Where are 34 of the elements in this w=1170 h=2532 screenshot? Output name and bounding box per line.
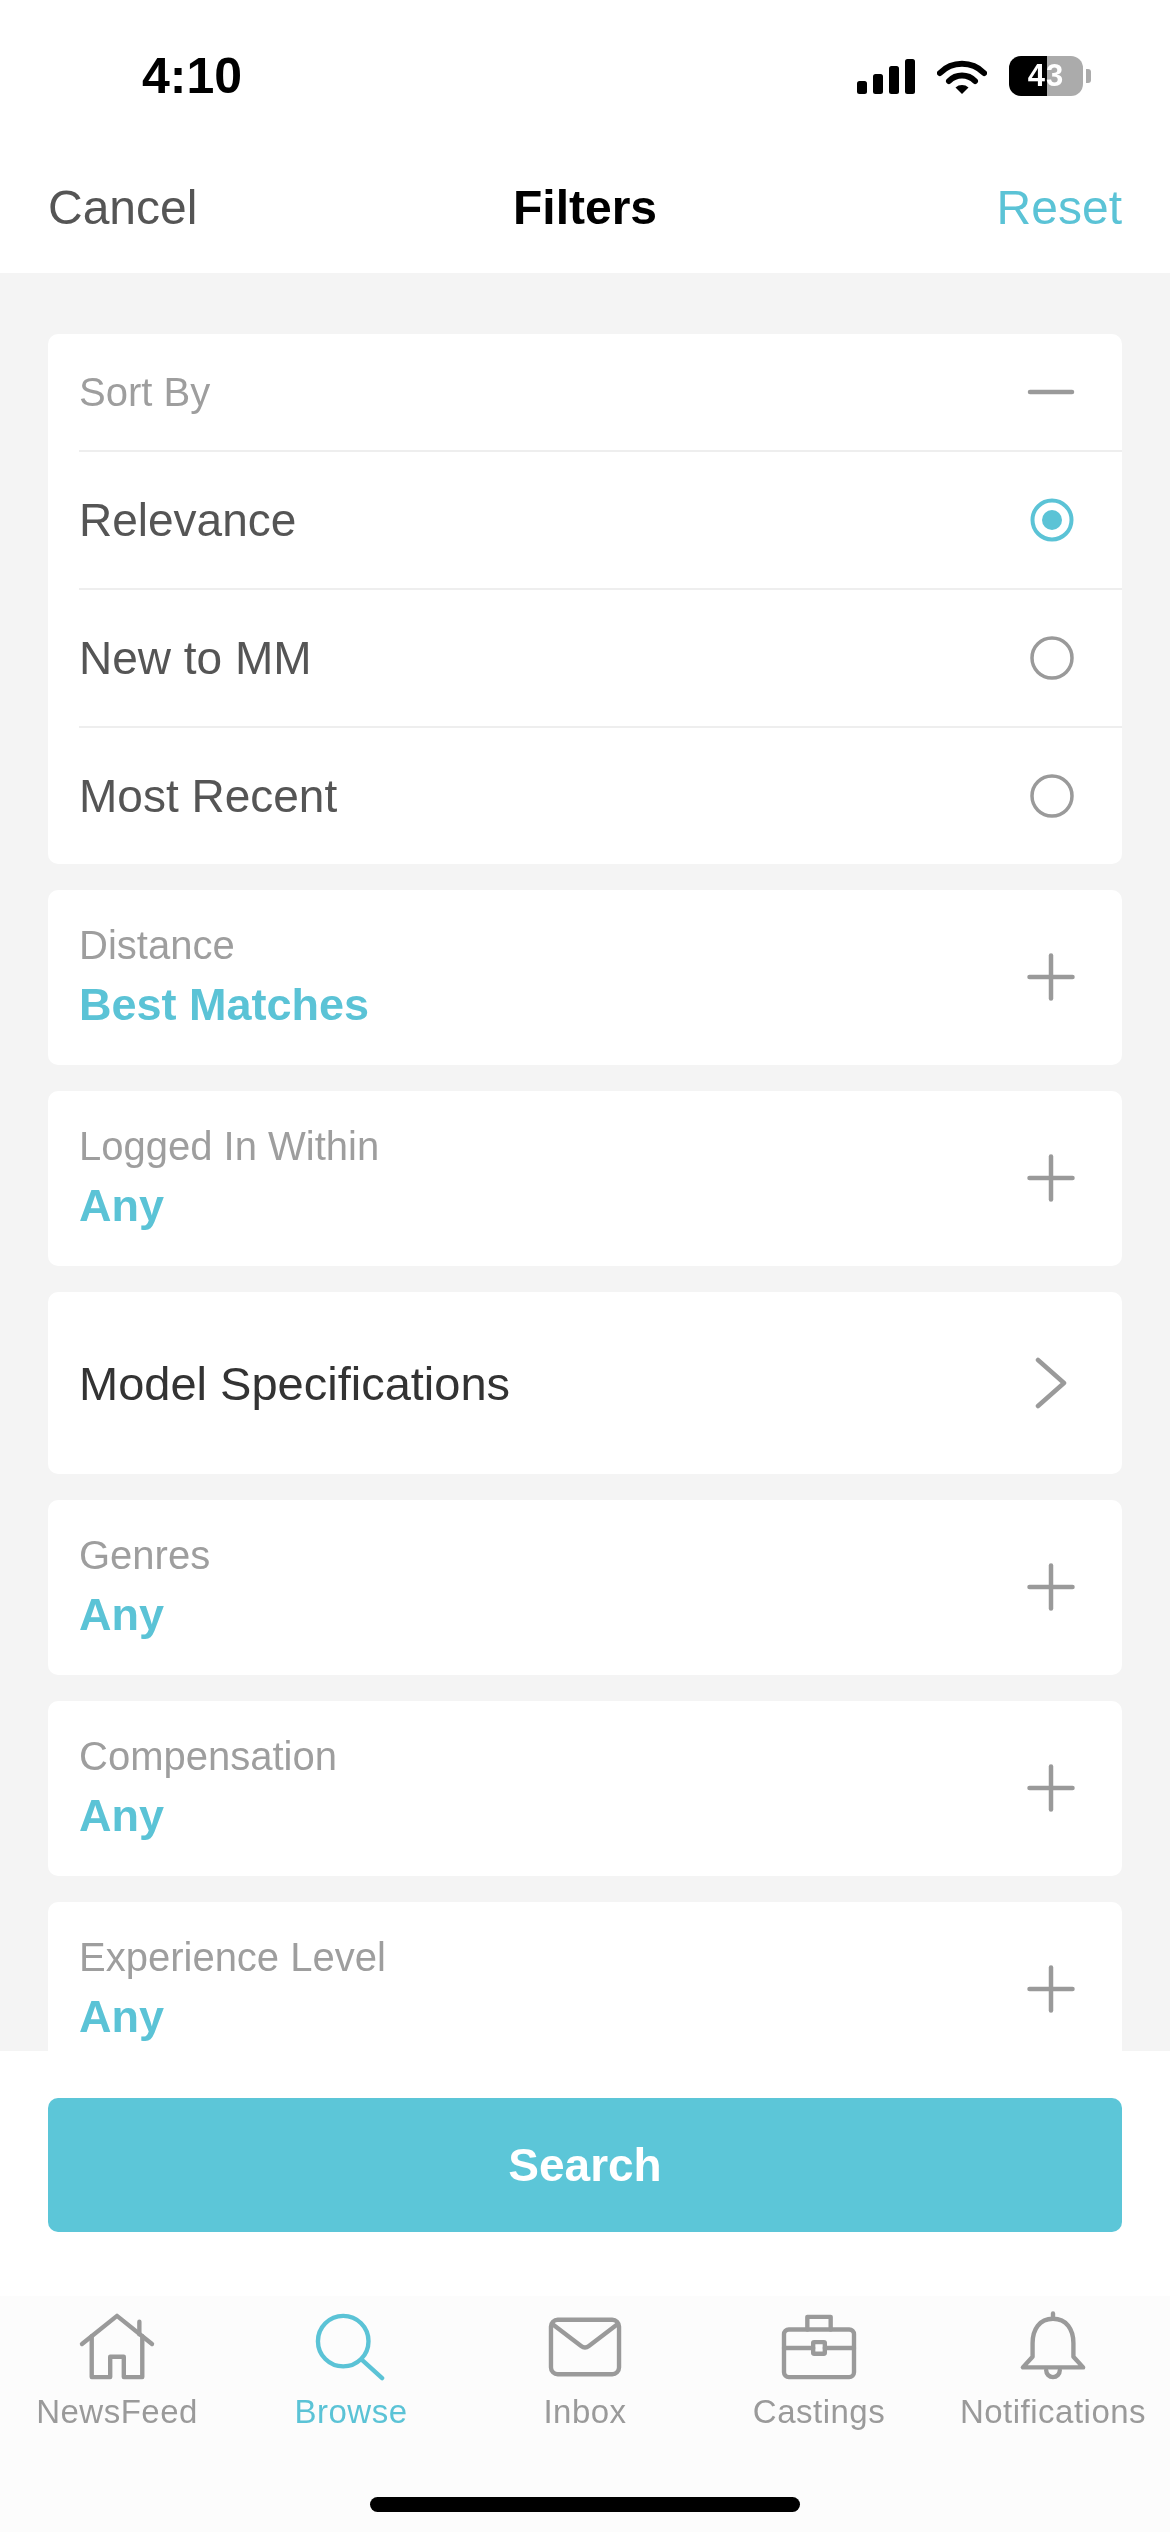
filter-link-card[interactable]: Model Specifications — [48, 1292, 1122, 1474]
house-icon — [78, 2311, 156, 2381]
filter-label: Experience Level — [79, 1934, 386, 1981]
wifi-icon — [937, 58, 987, 94]
chevron-right-icon — [1035, 1357, 1067, 1409]
filter-card[interactable]: Compensation Any — [48, 1701, 1122, 1876]
filter-label: Distance — [79, 922, 235, 969]
tab-bar-item[interactable]: Castings — [752, 2311, 886, 2432]
filter-label: Compensation — [79, 1733, 337, 1780]
tab-bar-item[interactable]: Inbox — [543, 2311, 627, 2432]
reset-button[interactable]: Reset — [996, 180, 1122, 235]
filter-value: Any — [79, 1990, 164, 2044]
filter-card[interactable]: Logged In Within Any — [48, 1091, 1122, 1266]
sort-by-header[interactable]: Sort By — [48, 334, 1122, 450]
filter-label: Genres — [79, 1532, 211, 1579]
filter-value: Any — [79, 1179, 164, 1233]
sort-option[interactable]: Most Recent — [79, 726, 1122, 864]
filter-card[interactable]: Experience Level Any — [48, 1902, 1122, 2051]
filter-card[interactable]: Distance Best Matches — [48, 890, 1122, 1065]
status-time: 4:10 — [142, 47, 243, 106]
tab-bar-item[interactable]: NewsFeed — [36, 2311, 198, 2432]
cancel-button[interactable]: Cancel — [48, 180, 198, 235]
filter-value: Best Matches — [79, 978, 370, 1032]
screen-title: Filters — [512, 180, 657, 235]
sort-option[interactable]: Relevance — [79, 450, 1122, 588]
filter-value: Any — [79, 1588, 164, 1642]
filter-value: Any — [79, 1789, 164, 1843]
tab-bar-item[interactable]: Notifications — [959, 2311, 1147, 2432]
search-button[interactable]: Search — [48, 2098, 1122, 2232]
filter-card[interactable]: Genres Any — [48, 1500, 1122, 1675]
tab-bar-item[interactable]: Browse — [294, 2311, 408, 2432]
signal-icon — [857, 58, 915, 94]
filter-label: Logged In Within — [79, 1123, 380, 1170]
sort-option[interactable]: New to MM — [79, 588, 1122, 726]
